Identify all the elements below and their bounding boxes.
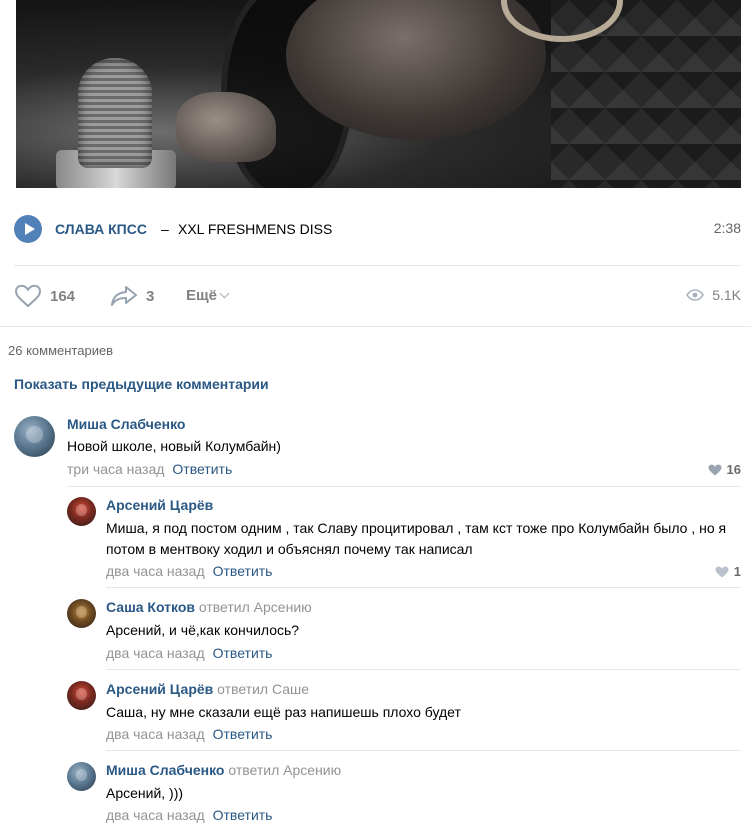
audio-track[interactable]: СЛАВА КПСС – XXL FRESHMENS DISS 2:38 (14, 214, 741, 246)
comment: Арсений Царёв Миша, я под постом одним ,… (67, 495, 741, 581)
comment-author[interactable]: Миша Слабченко (67, 416, 185, 432)
comment-text: Саша, ну мне сказали ещё раз напишешь пл… (106, 704, 461, 720)
heart-icon (715, 566, 729, 577)
avatar[interactable] (67, 497, 96, 526)
comment-meta: три часа назад Ответить (67, 461, 232, 477)
video-player[interactable] (16, 0, 741, 188)
comment-time[interactable]: три часа назад (67, 461, 164, 477)
track-artist[interactable]: СЛАВА КПСС (55, 221, 147, 237)
track-duration: 2:38 (713, 220, 741, 236)
track-title[interactable]: XXL FRESHMENS DISS (178, 221, 332, 237)
reply-button[interactable]: Ответить (172, 461, 232, 477)
comment-text: Новой школе, новый Колумбайн) (67, 438, 281, 454)
divider (14, 265, 741, 266)
comment-text: Арсений, ))) (106, 785, 184, 801)
comment-author[interactable]: Арсений Царёв ответил Саше (106, 681, 309, 697)
comment: Саша Котков ответил Арсению Арсений, и ч… (67, 597, 741, 663)
comment: Миша Слабченко Новой школе, новый Колумб… (14, 414, 741, 484)
post-actions: 164 3 Ещё 5.1K (14, 281, 741, 313)
share-icon (111, 286, 137, 306)
share-count: 3 (146, 287, 155, 305)
microphone (78, 58, 152, 168)
comment-like-button[interactable]: 1 (715, 564, 741, 579)
more-label: Ещё (186, 287, 218, 304)
reply-to-label: ответил Арсению (228, 762, 342, 778)
comment: Арсений Царёв ответил Саше Саша, ну мне … (67, 679, 741, 745)
reply-to-label: ответил Арсению (198, 599, 312, 615)
avatar[interactable] (14, 416, 55, 457)
like-count: 164 (50, 287, 76, 305)
comment-text: Арсений, и чё,как кончилось? (106, 622, 300, 638)
avatar[interactable] (67, 599, 96, 628)
reply-button[interactable]: Ответить (213, 645, 273, 661)
chevron-down-icon (219, 288, 230, 299)
comment-author[interactable]: Миша Слабченко ответил Арсению (106, 762, 341, 778)
singer-hand (176, 92, 276, 162)
reply-to-label: ответил Саше (217, 681, 310, 697)
comment-meta: два часа назад Ответить (106, 807, 272, 823)
more-button[interactable]: Ещё (186, 287, 230, 304)
comment: Миша Слабченко ответил Арсению Арсений, … (67, 760, 741, 826)
views-counter: 5.1K (686, 287, 741, 303)
divider (106, 587, 741, 588)
avatar[interactable] (67, 762, 96, 791)
divider (0, 326, 751, 327)
comment-time[interactable]: два часа назад (106, 563, 205, 579)
comment-time[interactable]: два часа назад (106, 645, 205, 661)
comment-text: Миша, я под постом одним , так Славу про… (106, 520, 727, 557)
divider (106, 750, 741, 751)
views-count: 5.1K (712, 287, 741, 303)
comment-time[interactable]: два часа назад (106, 807, 205, 823)
comment-meta: два часа назад Ответить (106, 726, 272, 742)
comment-meta: два часа назад Ответить (106, 645, 272, 661)
comment-like-count: 16 (726, 462, 741, 477)
show-previous-comments-link[interactable]: Показать предыдущие комментарии (14, 376, 269, 392)
comment-like-count: 1 (733, 564, 741, 579)
like-button[interactable]: 164 (14, 283, 75, 309)
eye-icon (686, 289, 705, 301)
comment-author[interactable]: Арсений Царёв (106, 497, 213, 513)
reply-button[interactable]: Ответить (213, 563, 273, 579)
avatar[interactable] (67, 681, 96, 710)
track-dash: – (161, 221, 169, 237)
share-button[interactable]: 3 (110, 283, 154, 309)
reply-button[interactable]: Ответить (213, 726, 273, 742)
reply-button[interactable]: Ответить (213, 807, 273, 823)
play-icon[interactable] (14, 215, 42, 243)
divider (67, 486, 741, 487)
divider (106, 669, 741, 670)
heart-icon (708, 464, 722, 475)
comments-count: 26 комментариев (8, 343, 114, 358)
comment-author[interactable]: Саша Котков ответил Арсению (106, 599, 312, 615)
comment-meta: два часа назад Ответить (106, 563, 272, 579)
heart-icon (14, 284, 42, 308)
comment-time[interactable]: два часа назад (106, 726, 205, 742)
comment-like-button[interactable]: 16 (708, 462, 741, 477)
